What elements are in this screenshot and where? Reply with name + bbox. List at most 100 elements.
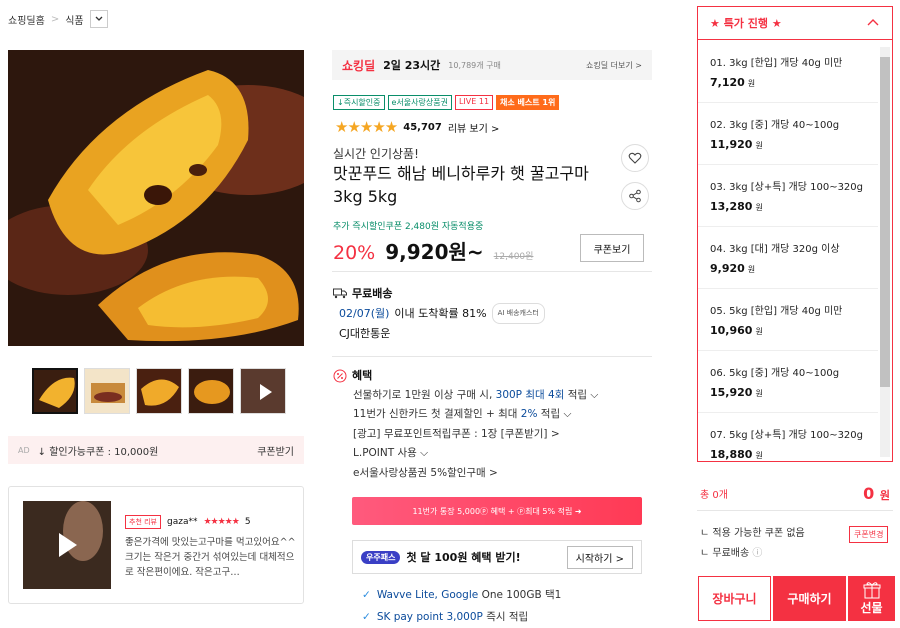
- option-price: 18,880 원: [710, 448, 763, 461]
- badge-live: LIVE 11: [454, 95, 494, 110]
- product-title: 맛꾼푸드 해남 베니하루카 햇 꿀고구마 3kg 5kg: [333, 164, 589, 206]
- no-coupon-note: ㄴ 적용 가능한 쿠폰 없음: [700, 528, 805, 539]
- thumbnail-4[interactable]: [188, 368, 234, 414]
- extra-coupon-text: 추가 즉시할인쿠폰 2,480원 자동적용중: [333, 222, 484, 232]
- thumbnail-3[interactable]: [136, 368, 182, 414]
- uzu-start-button[interactable]: 시작하기 >: [566, 545, 633, 569]
- breadcrumb-home[interactable]: 쇼핑딜홈: [8, 12, 45, 27]
- free-shipping-note: ㄴ 무료배송 ⓘ: [700, 548, 763, 559]
- gift-icon: [863, 582, 880, 599]
- shopping-deal-logo: 쇼킹딜: [342, 58, 376, 73]
- free-shipping-label: 무료배송: [352, 287, 393, 300]
- benefit-ad-coupon[interactable]: [광고] 무료포인트적립쿠폰 : 1장 [쿠폰받기] >: [333, 425, 598, 445]
- thumbnail-1[interactable]: [32, 368, 78, 414]
- benefits-header: 혜택: [352, 369, 373, 382]
- option-item[interactable]: 03. 3kg [상+특] 개당 100~320g 13,280 원: [698, 165, 878, 227]
- review-video-thumbnail[interactable]: [23, 501, 111, 589]
- gift-button[interactable]: 선물: [848, 576, 895, 621]
- coupon-bar: AD ↓ 할인가능쿠폰 : 10,000원 쿠폰받기: [8, 436, 304, 464]
- badge-best: 채소 베스트 1위: [496, 95, 560, 110]
- heart-icon: [628, 152, 642, 164]
- divider: [332, 271, 652, 272]
- review-view-link[interactable]: 리뷰 보기 >: [448, 120, 500, 135]
- sweet-potato-photo: [8, 50, 304, 346]
- ai-caster-badge[interactable]: AI 배송캐스터: [491, 303, 545, 324]
- truck-icon: [333, 288, 347, 299]
- review-body: 좋은가격에 맛있는고구마를 먹고있어요^^ 크기는 작은거 중간거 섞여있는데 …: [125, 537, 296, 578]
- option-name: 07. 5kg [상+특] 개당 100~320g: [710, 430, 864, 441]
- coupon-receive-button[interactable]: 쿠폰받기: [257, 443, 294, 458]
- option-price: 15,920 원: [710, 386, 763, 399]
- option-name: 02. 3kg [중] 개당 40~100g: [710, 120, 840, 131]
- original-price: 12,400원: [493, 252, 534, 262]
- total-price: 0 원: [863, 484, 890, 503]
- thumbnail-strip: [32, 368, 286, 414]
- review-score: 5: [244, 517, 251, 527]
- option-panel-header[interactable]: ★ 특가 진행 ★: [698, 7, 892, 40]
- uzu-pass-banner[interactable]: 우주패스 첫 달 100원 혜택 받기! 시작하기 >: [352, 540, 642, 574]
- option-item[interactable]: 07. 5kg [상+특] 개당 100~320g 18,880 원: [698, 413, 878, 461]
- benefit-lpoint[interactable]: L.POINT 사용 ⌵: [333, 444, 598, 464]
- option-price: 13,280 원: [710, 200, 763, 213]
- thumbnail-video[interactable]: [240, 368, 286, 414]
- option-panel: ★ 특가 진행 ★ 01. 3kg [한입] 개당 40g 미만 7,120 원 02…: [697, 6, 893, 462]
- ad-label: AD: [18, 445, 30, 455]
- share-button[interactable]: [621, 182, 649, 210]
- percent-icon: [333, 369, 347, 383]
- product-main-image[interactable]: [8, 50, 304, 346]
- share-icon: [629, 189, 641, 203]
- deal-time-left: 2일 23시간: [383, 59, 441, 72]
- benefit-seoul-voucher[interactable]: e서울사랑상품권 5%할인구매 >: [333, 464, 598, 484]
- bank-promo-banner[interactable]: 11번가 통장 5,000ⓟ 혜택 + ⓟ최대 5% 적립 ➜: [352, 497, 642, 525]
- gift-label: 선물: [860, 601, 883, 615]
- recommended-review-tag: 추천 리뷰: [125, 515, 161, 529]
- uzu-pass-text: 첫 달 100원 혜택 받기!: [406, 551, 521, 564]
- special-deal-title: ★ 특가 진행 ★: [710, 17, 782, 30]
- total-row: 총 0개 0 원: [700, 484, 890, 503]
- breadcrumb: 쇼핑딜홈 > 식품: [8, 10, 108, 28]
- option-price: 9,920 원: [710, 262, 756, 275]
- discount-rate: 20%: [333, 242, 376, 264]
- review-card[interactable]: 추천 리뷰 gaza** ★★★★★ 5 좋은가격에 맛있는고구마를 먹고있어요…: [8, 486, 304, 604]
- action-buttons: 장바구니 구매하기 선물: [698, 576, 895, 621]
- option-scrollbar[interactable]: [880, 47, 890, 457]
- thumbnail-2[interactable]: [84, 368, 130, 414]
- option-list: 01. 3kg [한입] 개당 40g 미만 7,120 원 02. 3kg [중] …: [698, 41, 878, 461]
- like-button[interactable]: [621, 144, 649, 172]
- option-name: 05. 5kg [한입] 개당 40g 미만: [710, 306, 843, 317]
- option-item[interactable]: 05. 5kg [한입] 개당 40g 미만 10,960 원: [698, 289, 878, 351]
- option-price: 7,120 원: [710, 76, 756, 89]
- product-subtitle: 실시간 인기상품!: [333, 147, 419, 161]
- delivery-date[interactable]: 02/07(월): [339, 304, 389, 323]
- shopping-deal-bar: 쇼킹딜 2일 23시간 10,789개 구매 쇼킹딜 더보기 >: [332, 50, 652, 80]
- cart-button[interactable]: 장바구니: [698, 576, 771, 621]
- uzu-pass-logo: 우주패스: [361, 550, 401, 564]
- option-item[interactable]: 06. 5kg [중] 개당 40~100g 15,920 원: [698, 351, 878, 413]
- rating-row[interactable]: ★★★★★ 45,707 리뷰 보기 >: [335, 118, 499, 136]
- breadcrumb-category[interactable]: 식품: [65, 12, 83, 27]
- divider: [697, 510, 893, 511]
- benefit-gift[interactable]: 선물하기로 1만원 이상 구매 시, 300P 최대 4회 적립 ⌵: [333, 386, 598, 406]
- option-price: 10,960 원: [710, 324, 763, 337]
- buy-button[interactable]: 구매하기: [773, 576, 846, 621]
- deal-purchase-count: 10,789개 구매: [448, 60, 501, 70]
- delivery-probability: 이내 도착확률 81%: [394, 307, 487, 320]
- benefits-section: 혜택 선물하기로 1만원 이상 구매 시, 300P 최대 4회 적립 ⌵ 11…: [333, 366, 598, 483]
- benefit-card[interactable]: 11번가 신한카드 첫 결제할인 + 최대 2% 적립 ⌵: [333, 405, 598, 425]
- rating-stars: ★★★★★: [335, 118, 398, 136]
- option-price: 11,920 원: [710, 138, 763, 151]
- shopping-deal-more-link[interactable]: 쇼킹딜 더보기 >: [586, 60, 642, 71]
- option-item[interactable]: 02. 3kg [중] 개당 40~100g 11,920 원: [698, 103, 878, 165]
- option-item[interactable]: 04. 3kg [대] 개당 320g 이상 9,920 원: [698, 227, 878, 289]
- review-count: 45,707: [403, 121, 442, 133]
- summary-notes: ㄴ 적용 가능한 쿠폰 없음 ㄴ 무료배송 ⓘ: [700, 524, 805, 564]
- category-dropdown-button[interactable]: [89, 10, 108, 28]
- badge-row: ↓즉시할인중 e서울사랑상품권 LIVE 11 채소 베스트 1위: [333, 95, 560, 110]
- review-user: gaza**: [167, 517, 198, 527]
- perk-item: ✓ SK pay point 3,000P 즉시 적립: [362, 611, 529, 623]
- badge-seoul-voucher: e서울사랑상품권: [387, 95, 452, 110]
- perk-item: ✓ Wavve Lite, Google One 100GB 택1: [362, 589, 562, 601]
- option-item[interactable]: 01. 3kg [한입] 개당 40g 미만 7,120 원: [698, 41, 878, 103]
- coupon-change-button[interactable]: 쿠폰변경: [849, 526, 889, 543]
- coupon-view-button[interactable]: 쿠폰보기: [580, 234, 644, 262]
